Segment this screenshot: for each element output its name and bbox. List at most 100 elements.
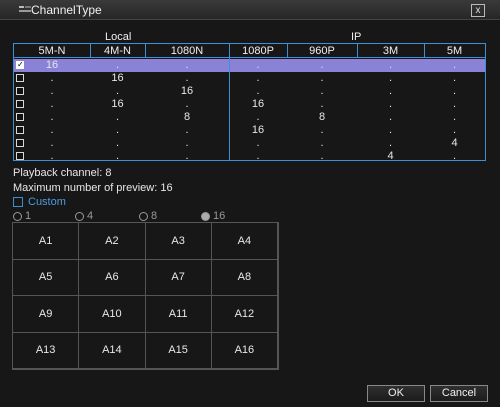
header-divider (357, 44, 358, 58)
column-header-4m-n: 4M-N (104, 45, 131, 57)
grid-cell-a7[interactable]: A7 (145, 259, 212, 296)
ok-button[interactable]: OK (367, 385, 425, 402)
preview-radio-4[interactable] (75, 212, 84, 221)
table-header: 5M-N 4M-N 1080N 1080P 960P 3M 5M (14, 44, 485, 58)
table-cell: . (320, 137, 324, 149)
table-cell: . (452, 72, 457, 84)
group-label-local: Local (105, 31, 132, 43)
grid-cell-a15[interactable]: A15 (145, 332, 212, 369)
grid-cell-a9[interactable]: A9 (13, 296, 80, 333)
table-cell: . (185, 59, 189, 71)
table-row[interactable]: . 16. 16... (14, 98, 485, 111)
table-cell: . (185, 150, 189, 162)
table-cell: 8 (183, 111, 191, 123)
column-header-1080n: 1080N (170, 45, 204, 57)
column-header-3m: 3M (382, 45, 399, 57)
preview-radio-8[interactable] (139, 212, 148, 221)
table-cell: . (452, 85, 457, 97)
table-cell: . (388, 85, 393, 97)
grid-cell-a6[interactable]: A6 (79, 259, 146, 296)
table-cell: . (115, 124, 120, 136)
table-row[interactable]: ... 16... (14, 124, 485, 137)
header-divider (424, 44, 425, 58)
table-cell: . (185, 137, 189, 149)
table-row[interactable]: ✓ 16...... (14, 59, 485, 72)
table-cell: . (320, 124, 324, 136)
column-header-5m-n: 5M-N (38, 45, 66, 57)
table-row[interactable]: .. 8. 8.. (14, 111, 485, 124)
table-cell: 8 (318, 111, 326, 123)
table-cell: . (256, 85, 260, 97)
table-cell: 16 (111, 98, 124, 110)
custom-checkbox[interactable] (13, 197, 23, 207)
table-cell: . (320, 85, 324, 97)
table-row[interactable]: .. 16.... (14, 85, 485, 98)
table-cell: . (256, 72, 260, 84)
table-cell: . (320, 59, 324, 71)
table-cell: . (50, 124, 54, 136)
table-cell: . (388, 111, 393, 123)
header-divider (145, 44, 146, 58)
table-cell: . (320, 150, 324, 162)
table-cell: 16 (111, 72, 124, 84)
close-icon: x (475, 5, 481, 16)
table-cell: . (50, 72, 54, 84)
header-divider (90, 44, 91, 58)
grid-cell-a14[interactable]: A14 (79, 332, 146, 369)
grid-cell-a8[interactable]: A8 (211, 259, 278, 296)
table-cell: . (388, 72, 393, 84)
table-cell: . (185, 98, 189, 110)
group-label-ip: IP (351, 31, 362, 43)
preview-radio-16[interactable] (201, 212, 210, 221)
title-bar: ChannelType x (0, 0, 500, 20)
table-cell: . (452, 98, 457, 110)
cancel-button[interactable]: Cancel (430, 385, 488, 402)
channel-type-table: 5M-N 4M-N 1080N 1080P 960P 3M 5M ✓ 16....... 16.… (13, 43, 486, 163)
grid-cell-a11[interactable]: A11 (145, 296, 212, 333)
group-divider (229, 44, 230, 160)
table-cell: . (256, 111, 260, 123)
grid-cell-a2[interactable]: A2 (79, 223, 146, 260)
column-header-960p: 960P (309, 45, 335, 57)
channel-type-dialog: ChannelType x Local IP 5M-N 4M-N 1080N 1080… (0, 0, 500, 407)
table-cell: . (452, 111, 457, 123)
preview-radio-1[interactable] (13, 212, 22, 221)
column-header-5m: 5M (446, 45, 463, 57)
table-cell: . (50, 98, 54, 110)
table-cell: . (185, 124, 189, 136)
preview-radio-label: 4 (87, 210, 94, 222)
grid-cell-a13[interactable]: A13 (13, 332, 80, 369)
preview-radio-label: 16 (213, 210, 226, 222)
table-cell: 16 (251, 98, 265, 110)
table-cell: . (256, 59, 260, 71)
table-cell: . (320, 72, 324, 84)
grid-cell-a16[interactable]: A16 (211, 332, 278, 369)
grid-cell-a4[interactable]: A4 (211, 223, 278, 260)
max-preview-text: Maximum number of preview: 16 (13, 182, 173, 194)
table-cell: . (452, 150, 457, 162)
preview-radio-label: 8 (151, 210, 158, 222)
table-cell: . (185, 72, 189, 84)
table-cell: . (50, 85, 54, 97)
grid-cell-a3[interactable]: A3 (145, 223, 212, 260)
table-cell: . (115, 111, 120, 123)
table-cell: 4 (451, 137, 458, 149)
table-row[interactable]: . 16..... (14, 72, 485, 85)
preview-radio-label: 1 (25, 210, 32, 222)
grid-cell-a12[interactable]: A12 (211, 296, 278, 333)
table-cell: . (256, 137, 260, 149)
column-header-1080p: 1080P (242, 45, 274, 57)
table-cell: . (115, 85, 120, 97)
table-cell: . (452, 124, 457, 136)
header-divider (287, 44, 288, 58)
playback-channel-text: Playback channel: 8 (13, 167, 112, 179)
table-row[interactable]: ...... 4 (14, 137, 485, 150)
table-cell: . (320, 98, 324, 110)
close-button[interactable]: x (471, 4, 485, 17)
table-row[interactable]: ..... 4. (14, 150, 485, 163)
grid-cell-a1[interactable]: A1 (13, 223, 80, 260)
grid-cell-a10[interactable]: A10 (79, 296, 146, 333)
grid-cell-a5[interactable]: A5 (13, 259, 80, 296)
table-cell: . (452, 59, 457, 71)
table-cell: . (115, 59, 120, 71)
